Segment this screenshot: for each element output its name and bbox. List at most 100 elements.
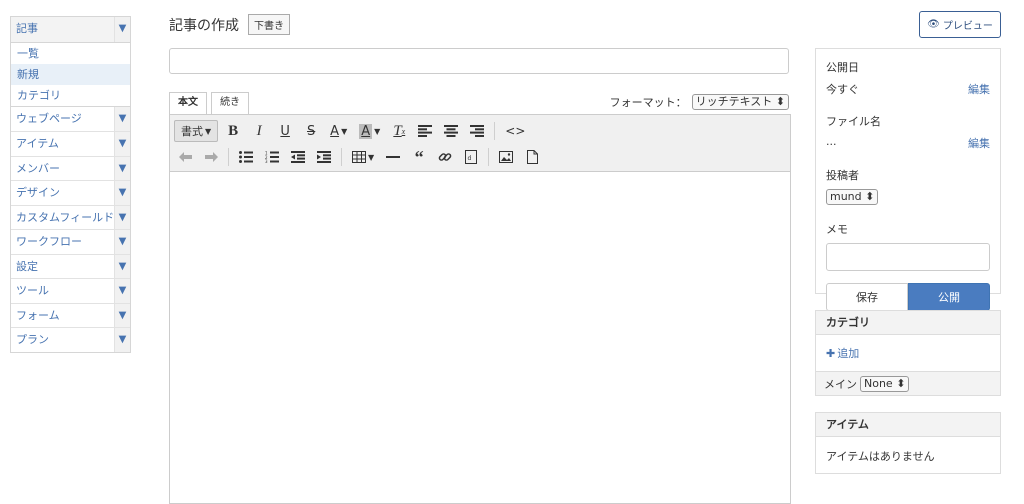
preview-label: プレビュー bbox=[942, 21, 993, 32]
italic-icon[interactable]: I bbox=[248, 120, 270, 142]
align-left-icon[interactable] bbox=[414, 120, 436, 142]
title-input[interactable] bbox=[169, 48, 789, 74]
memo-label: メモ bbox=[826, 223, 848, 236]
bullet-list-icon[interactable] bbox=[235, 146, 257, 168]
toolbar-row-1: 書式 ▼ B I U S A ▼ A ▼ Tx <> bbox=[174, 118, 786, 144]
media-embed-icon[interactable]: d bbox=[460, 146, 482, 168]
chevron-down-icon[interactable]: ▼ bbox=[114, 132, 130, 156]
author-select[interactable]: mund ⬍ bbox=[826, 189, 879, 205]
chevron-down-icon[interactable]: ▼ bbox=[114, 205, 130, 229]
sidebar-submenu-article: 一覧 新規 カテゴリ bbox=[10, 42, 131, 107]
edit-filename-link[interactable]: 編集 bbox=[968, 135, 990, 151]
undo-icon[interactable] bbox=[174, 146, 196, 168]
eye-icon: 👁 bbox=[927, 19, 940, 30]
chevron-down-icon[interactable]: ▼ bbox=[114, 279, 130, 303]
publish-button[interactable]: 公開 bbox=[908, 283, 990, 311]
caret-down-icon: ▼ bbox=[205, 126, 212, 136]
sidebar-item-webpage[interactable]: ウェブページ ▼ bbox=[11, 106, 130, 131]
sidebar-item-plan[interactable]: プラン ▼ bbox=[11, 327, 130, 352]
category-panel-title: カテゴリ bbox=[816, 311, 1000, 335]
publish-date-label: 公開日 bbox=[826, 61, 859, 74]
sidebar-item-label: フォーム bbox=[11, 303, 114, 327]
items-panel-title: アイテム bbox=[816, 413, 1000, 437]
sidebar-group-menu: ウェブページ ▼ アイテム ▼ メンバー ▼ デザイン ▼ カスタムフィールド ▼ ワーク… bbox=[10, 106, 131, 353]
tab-body[interactable]: 本文 bbox=[169, 92, 207, 114]
plus-icon: ✚ bbox=[826, 347, 836, 360]
toolbar-row-2: 123 ▼ “ d bbox=[174, 144, 786, 170]
font-color-icon[interactable]: A ▼ bbox=[326, 120, 351, 142]
file-icon[interactable] bbox=[521, 146, 543, 168]
source-code-icon[interactable]: <> bbox=[501, 120, 529, 142]
editor-toolbar: 書式 ▼ B I U S A ▼ A ▼ Tx <> 1 2 3 ▼ “ d bbox=[170, 115, 790, 172]
style-format-label: 書式 bbox=[181, 125, 203, 138]
publish-date-value: 今すぐ bbox=[826, 83, 859, 96]
indent-icon[interactable] bbox=[313, 146, 335, 168]
sidebar-item-settings[interactable]: 設定 ▼ bbox=[11, 253, 130, 278]
sidebar-item-design[interactable]: デザイン ▼ bbox=[11, 180, 130, 205]
svg-text:3: 3 bbox=[265, 159, 268, 163]
horizontal-rule-icon[interactable] bbox=[382, 146, 404, 168]
main-content: 記事の作成 下書き 本文 続き フォーマット： リッチテキスト ⬍ 書式 ▼ B … bbox=[169, 0, 791, 504]
style-format-button[interactable]: 書式 ▼ bbox=[174, 120, 219, 142]
toolbar-divider bbox=[341, 148, 342, 166]
sidebar-item-item[interactable]: アイテム ▼ bbox=[11, 131, 130, 156]
highlight-color-icon[interactable]: A ▼ bbox=[355, 120, 384, 142]
editor-tabs: 本文 続き bbox=[169, 92, 253, 114]
chevron-down-icon[interactable]: ▼ bbox=[114, 328, 130, 352]
save-button[interactable]: 保存 bbox=[826, 283, 908, 311]
blockquote-icon[interactable]: “ bbox=[408, 146, 430, 168]
sidebar-item-form[interactable]: フォーム ▼ bbox=[11, 302, 130, 327]
redo-icon[interactable] bbox=[200, 146, 222, 168]
sidebar-item-tools[interactable]: ツール ▼ bbox=[11, 278, 130, 303]
chevron-down-icon[interactable]: ▼ bbox=[114, 106, 130, 131]
sidebar-item-label: デザイン bbox=[11, 181, 114, 205]
editor-body[interactable] bbox=[170, 172, 790, 502]
format-control: フォーマット： リッチテキスト ⬍ bbox=[610, 94, 789, 110]
author-label: 投稿者 bbox=[826, 169, 859, 182]
chevron-down-icon[interactable]: ▼ bbox=[114, 17, 130, 42]
filename-row: ... 編集 bbox=[826, 135, 990, 151]
main-category-label: メイン bbox=[824, 377, 857, 391]
sidebar-item-article[interactable]: 記事 ▼ bbox=[11, 17, 130, 42]
sidebar-item-workflow[interactable]: ワークフロー ▼ bbox=[11, 229, 130, 254]
tab-more[interactable]: 続き bbox=[211, 92, 249, 114]
sidebar: 記事 ▼ 一覧 新規 カテゴリ ウェブページ ▼ アイテム ▼ メンバー ▼ デザイン… bbox=[10, 16, 131, 353]
align-right-icon[interactable] bbox=[466, 120, 488, 142]
chevron-down-icon[interactable]: ▼ bbox=[114, 303, 130, 327]
edit-publish-date-link[interactable]: 編集 bbox=[968, 81, 990, 97]
chevron-down-icon[interactable]: ▼ bbox=[114, 156, 130, 180]
strikethrough-icon[interactable]: S bbox=[300, 120, 322, 142]
image-icon[interactable] bbox=[495, 146, 517, 168]
filename-label: ファイル名 bbox=[826, 115, 881, 128]
bold-icon[interactable]: B bbox=[222, 120, 244, 142]
sidebar-item-label: 設定 bbox=[11, 254, 114, 278]
sidebar-subitem-category[interactable]: カテゴリ bbox=[11, 85, 130, 106]
align-center-icon[interactable] bbox=[440, 120, 462, 142]
rich-text-editor: 書式 ▼ B I U S A ▼ A ▼ Tx <> 1 2 3 ▼ “ d bbox=[169, 114, 791, 504]
publish-panel: 公開日 今すぐ 編集 ファイル名 ... 編集 投稿者 mund ⬍ メモ 保存… bbox=[815, 48, 1001, 311]
sidebar-subitem-new[interactable]: 新規 bbox=[11, 63, 130, 85]
chevron-down-icon[interactable]: ▼ bbox=[114, 254, 130, 278]
chevron-down-icon[interactable]: ▼ bbox=[114, 230, 130, 254]
format-select[interactable]: リッチテキスト ⬍ bbox=[691, 94, 789, 110]
sidebar-item-member[interactable]: メンバー ▼ bbox=[11, 155, 130, 180]
main-category-select[interactable]: None ⬍ bbox=[860, 375, 910, 392]
sidebar-item-custom-field[interactable]: カスタムフィールド ▼ bbox=[11, 204, 130, 229]
sidebar-item-label: 記事 bbox=[11, 17, 114, 42]
page-title: 記事の作成 bbox=[169, 17, 239, 34]
status-badge: 下書き bbox=[248, 14, 290, 35]
memo-input[interactable] bbox=[826, 243, 990, 271]
numbered-list-icon[interactable]: 123 bbox=[261, 146, 283, 168]
clear-format-icon[interactable]: Tx bbox=[388, 120, 410, 142]
sidebar-subitem-list[interactable]: 一覧 bbox=[11, 43, 130, 64]
link-icon[interactable] bbox=[434, 146, 456, 168]
outdent-icon[interactable] bbox=[287, 146, 309, 168]
preview-button[interactable]: 👁 プレビュー bbox=[919, 11, 1001, 38]
sidebar-item-label: ツール bbox=[11, 279, 114, 303]
chevron-down-icon[interactable]: ▼ bbox=[114, 181, 130, 205]
table-icon[interactable]: ▼ bbox=[348, 146, 378, 168]
toolbar-divider bbox=[228, 148, 229, 166]
format-label: フォーマット： bbox=[609, 96, 687, 109]
underline-icon[interactable]: U bbox=[274, 120, 296, 142]
add-category-link[interactable]: ✚ 追加 bbox=[816, 335, 1000, 371]
